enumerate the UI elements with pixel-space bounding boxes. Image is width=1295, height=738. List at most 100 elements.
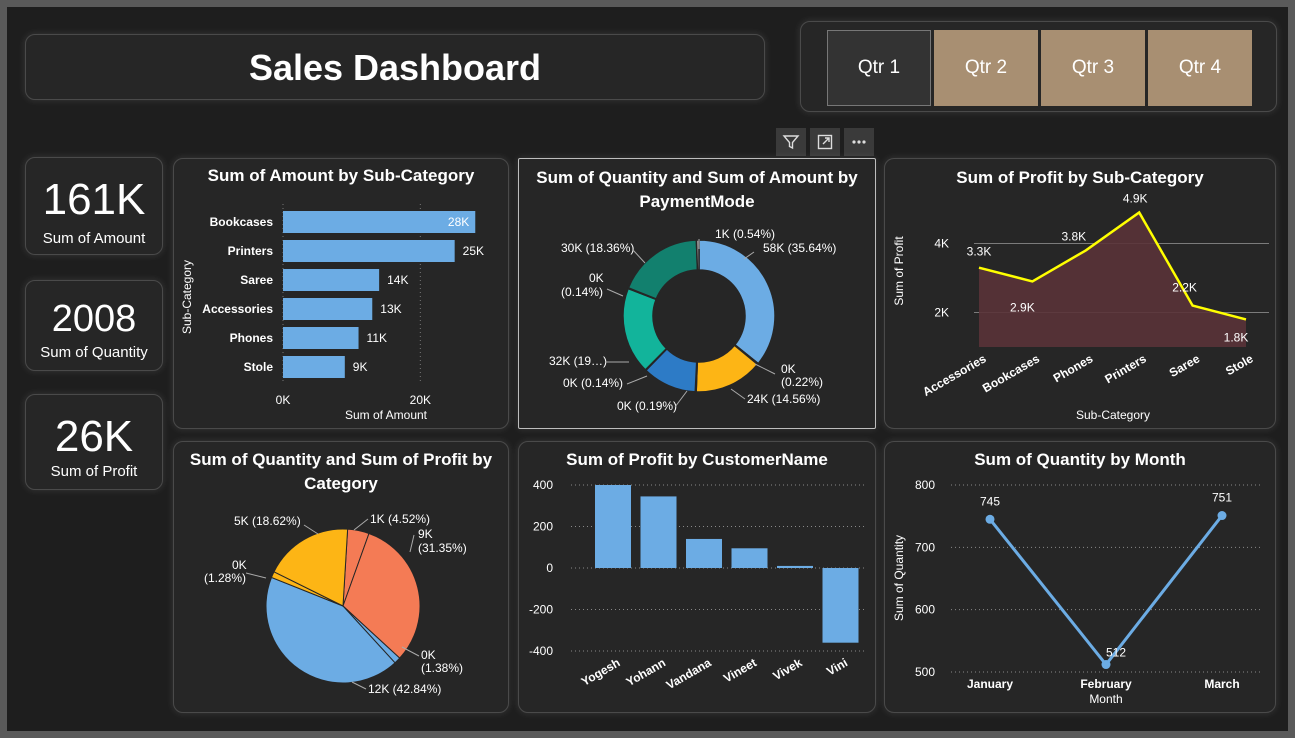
data-label: 0K (0.19%) xyxy=(617,399,677,413)
data-label: 13K xyxy=(380,302,401,316)
header-banner: Sales Dashboard xyxy=(25,34,765,100)
bar xyxy=(283,240,455,262)
data-label: 28K xyxy=(448,215,469,229)
category-label: Printers xyxy=(1102,351,1149,386)
data-point xyxy=(1101,660,1111,670)
category-label: Yogesh xyxy=(579,655,623,688)
tick-label: 0 xyxy=(546,561,553,575)
data-label: (31.35%) xyxy=(418,541,467,555)
quarter-button-1[interactable]: Qtr 1 xyxy=(827,30,931,106)
category-label: January xyxy=(967,677,1013,691)
category-label: Accessories xyxy=(202,302,273,316)
more-options-icon[interactable] xyxy=(844,128,874,156)
category-label: Accessories xyxy=(920,351,989,399)
bar xyxy=(283,298,373,320)
quarter-button-4[interactable]: Qtr 4 xyxy=(1148,30,1252,106)
data-label: 0K xyxy=(232,558,247,572)
leader-line xyxy=(245,572,267,579)
leader-line xyxy=(632,249,646,264)
quarter-button-2[interactable]: Qtr 2 xyxy=(934,30,1038,106)
profit-by-customer-panel: Sum of Profit by CustomerName 400 200 0 -20… xyxy=(518,441,876,713)
data-label: 0K xyxy=(589,271,604,285)
data-label: (0.14%) xyxy=(561,285,603,299)
focus-mode-icon[interactable] xyxy=(810,128,840,156)
data-label: 11K xyxy=(367,331,387,345)
kpi-label: Sum of Profit xyxy=(50,463,138,480)
profit-area-chart: 2K 4K 3.3K Accessories 2.9K Bookcases 3.8K Phon… xyxy=(892,191,1269,422)
tick-label: -400 xyxy=(529,644,553,658)
tick-label: 700 xyxy=(915,540,935,554)
bar xyxy=(283,211,476,233)
data-label: (0.22%) xyxy=(781,375,823,389)
leader-line xyxy=(626,375,648,385)
data-label: 751 xyxy=(1212,491,1232,505)
kpi-card-profit: 26K Sum of Profit xyxy=(25,394,163,490)
profit-by-subcategory-panel: Sum of Profit by Sub-Category 2K 4K 3.3K Ac… xyxy=(884,158,1276,429)
page-title: Sales Dashboard xyxy=(248,47,542,88)
category-label: February xyxy=(1080,677,1132,691)
category-label: March xyxy=(1204,677,1239,691)
paymentmode-donut-panel[interactable]: Sum of Quantity and Sum of Amount by Pay… xyxy=(518,158,876,429)
leader-line xyxy=(353,518,369,531)
kpi-value: 2008 xyxy=(51,298,137,340)
kpi-value: 161K xyxy=(42,175,146,224)
data-point xyxy=(1217,511,1227,521)
bar xyxy=(595,485,631,568)
amount-by-subcategory-panel: Sum of Amount by Sub-Category Bookcases 2… xyxy=(173,158,509,429)
bar xyxy=(283,356,345,378)
category-label: Saree xyxy=(240,273,273,287)
x-axis-label: Sub-Category xyxy=(1076,408,1150,422)
tick-label: 500 xyxy=(915,665,935,679)
kpi-label: Sum of Quantity xyxy=(40,344,148,361)
filter-icon[interactable] xyxy=(776,128,806,156)
tick-label: 2K xyxy=(934,306,949,320)
category-label: Vini xyxy=(824,655,850,678)
data-point xyxy=(985,514,995,524)
tick-label: 20K xyxy=(410,393,431,407)
category-pie-chart: 1K (4.52%)9K(31.35%)0K(1.38%)12K (42.84%… xyxy=(204,512,467,696)
data-label: 0K xyxy=(781,362,796,376)
data-label: (1.28%) xyxy=(204,571,246,585)
x-axis-label: Sum of Amount xyxy=(345,408,428,422)
data-label: 3.8K xyxy=(1061,229,1086,243)
data-label: 58K (35.64%) xyxy=(763,241,836,255)
x-axis-label: Month xyxy=(1089,692,1122,706)
customer-profit-bar-chart: 400 200 0 -200 -400 Yogesh YohannVandana Vineet… xyxy=(529,478,864,692)
quantity-line-chart: 800 700 600 500 745 January 512 February 751 Marc… xyxy=(892,478,1260,706)
kpi-card-amount: 161K Sum of Amount xyxy=(25,157,163,255)
data-label: 1.8K xyxy=(1224,330,1249,344)
kpi-card-quantity: 2008 Sum of Quantity xyxy=(25,280,163,371)
data-label: 25K xyxy=(463,244,484,258)
data-label: 12K (42.84%) xyxy=(368,682,441,696)
tick-label: 800 xyxy=(915,478,935,492)
quarter-button-3[interactable]: Qtr 3 xyxy=(1041,30,1145,106)
quantity-line xyxy=(988,514,1224,667)
data-label: 14K xyxy=(387,273,408,287)
bar xyxy=(283,269,380,291)
data-label: 2.9K xyxy=(1010,300,1035,314)
kpi-value: 26K xyxy=(54,412,134,461)
data-label: 745 xyxy=(980,494,1000,508)
data-label: 1K (0.54%) xyxy=(715,227,775,241)
category-label: Phones xyxy=(1051,351,1096,385)
y-axis-label: Sum of Profit xyxy=(892,236,906,306)
category-label: Vivek xyxy=(771,655,805,683)
category-label: Bookcases xyxy=(210,215,274,229)
bar xyxy=(731,548,768,568)
data-label: 0K (0.14%) xyxy=(563,376,623,390)
data-label: 512 xyxy=(1106,646,1126,660)
category-label: Yohann xyxy=(624,655,668,689)
tick-label: 400 xyxy=(533,478,553,492)
kpi-label: Sum of Amount xyxy=(42,230,146,247)
data-label: 4.9K xyxy=(1123,191,1148,205)
bar xyxy=(777,565,813,568)
data-label: 1K (4.52%) xyxy=(370,512,430,526)
data-label: 5K (18.62%) xyxy=(234,514,301,528)
leader-line xyxy=(730,388,746,400)
data-label: 32K (19…) xyxy=(549,354,607,368)
category-label: Stole xyxy=(1223,351,1256,378)
tick-label: 0K xyxy=(276,393,291,407)
category-label: Stole xyxy=(244,360,274,374)
donut-slice xyxy=(627,239,699,300)
data-label: 9K xyxy=(353,360,368,374)
